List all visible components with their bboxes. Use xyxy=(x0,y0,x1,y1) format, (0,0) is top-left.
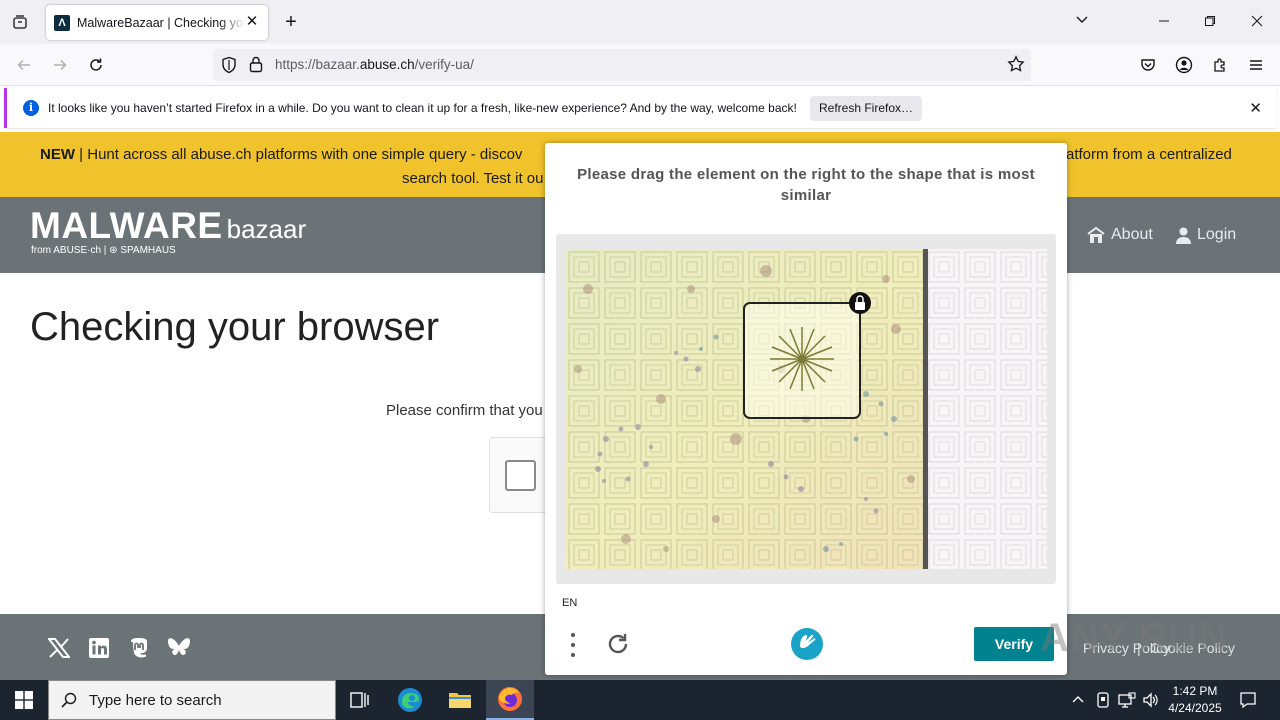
search-placeholder: Type here to search xyxy=(89,691,222,709)
star-icon[interactable] xyxy=(1007,55,1025,78)
captcha-modal: Please drag the element on the right to … xyxy=(545,143,1067,675)
banner-text-left: | Hunt across all abuse.ch platforms wit… xyxy=(79,146,523,163)
volume-icon[interactable] xyxy=(1140,680,1162,720)
captcha-brand-logo-icon xyxy=(790,627,824,661)
firefox-icon[interactable] xyxy=(486,680,534,720)
logo-main-text: MALWARE xyxy=(30,205,223,246)
captcha-puzzle-area xyxy=(556,234,1056,584)
lock-icon[interactable] xyxy=(249,56,263,78)
nav-login-link[interactable]: Login xyxy=(1176,226,1236,244)
home-icon xyxy=(1087,226,1105,243)
nav-about-link[interactable]: About xyxy=(1087,226,1153,244)
captcha-checkbox[interactable] xyxy=(505,460,536,491)
network-icon[interactable] xyxy=(1116,680,1138,720)
file-explorer-icon[interactable] xyxy=(436,680,484,720)
url-prefix: https://bazaar. xyxy=(275,57,360,72)
search-icon xyxy=(61,692,77,708)
firefox-notification-bar: i It looks like you haven’t started Fire… xyxy=(4,88,1276,128)
shield-icon[interactable] xyxy=(221,56,237,79)
pocket-icon[interactable] xyxy=(1136,53,1160,77)
linkedin-icon[interactable] xyxy=(87,636,111,660)
tray-chevron-up-icon[interactable] xyxy=(1068,680,1088,720)
windows-taskbar: Type here to search 1:42 PM 4/24/2025 xyxy=(0,680,1280,720)
forward-icon[interactable] xyxy=(48,53,72,77)
tab-overflow-chevron-icon[interactable] xyxy=(1070,10,1094,34)
banner-line-2[interactable]: search tool. Test it ou xyxy=(402,170,543,187)
x-twitter-icon[interactable] xyxy=(47,636,71,660)
extensions-icon[interactable] xyxy=(1208,53,1232,77)
device-icon[interactable] xyxy=(1093,680,1113,720)
notification-close-icon[interactable]: ✕ xyxy=(1249,99,1262,117)
browser-tab[interactable]: Λ MalwareBazaar | Checking your browser … xyxy=(46,5,268,40)
url-domain: abuse.ch xyxy=(359,57,415,72)
tab-list-icon[interactable] xyxy=(8,10,32,34)
anyrun-watermark: ANY RUN xyxy=(1040,616,1229,660)
more-options-icon[interactable] xyxy=(569,633,577,661)
hamburger-menu-icon[interactable] xyxy=(1244,53,1268,77)
windows-start-icon[interactable] xyxy=(0,680,48,720)
refresh-firefox-button[interactable]: Refresh Firefox… xyxy=(810,96,922,121)
edge-icon[interactable] xyxy=(386,680,434,720)
banner-text-right: atform from a centralized xyxy=(1066,146,1232,163)
reload-icon[interactable] xyxy=(84,53,108,77)
nav-about-label: About xyxy=(1111,226,1153,243)
clock-date: 4/24/2025 xyxy=(1168,701,1222,715)
clock-time: 1:42 PM xyxy=(1172,684,1218,698)
notification-text: It looks like you haven’t started Firefo… xyxy=(48,101,797,115)
account-icon[interactable] xyxy=(1172,53,1196,77)
captcha-footer: Verify xyxy=(545,619,1067,675)
page-title: Checking your browser xyxy=(30,305,440,349)
url-text[interactable]: https://bazaar.abuse.ch/verify-ua/ xyxy=(275,57,474,72)
mastodon-icon[interactable] xyxy=(127,636,151,660)
info-icon: i xyxy=(23,100,39,116)
captcha-puzzle-image[interactable] xyxy=(566,249,1047,569)
tab-close-icon[interactable]: ✕ xyxy=(244,14,260,30)
tab-title: MalwareBazaar | Checking your browser xyxy=(77,15,245,30)
taskbar-search-box[interactable]: Type here to search xyxy=(48,680,336,720)
refresh-icon[interactable] xyxy=(605,631,631,657)
user-icon xyxy=(1176,227,1191,244)
close-window-icon[interactable] xyxy=(1245,10,1269,34)
notification-center-icon[interactable] xyxy=(1234,680,1262,720)
nav-login-label: Login xyxy=(1197,226,1237,243)
bluesky-icon[interactable] xyxy=(167,636,191,660)
site-logo[interactable]: MALWARE bazaar xyxy=(30,205,306,247)
new-tab-button[interactable]: + xyxy=(280,10,302,34)
url-path: /verify-ua/ xyxy=(414,57,474,72)
browser-tab-bar: Λ MalwareBazaar | Checking your browser … xyxy=(0,0,1280,44)
confirm-human-text: Please confirm that you are human xyxy=(386,402,546,419)
logo-from-text: from ABUSE·ch | ⊛ SPAMHAUS xyxy=(31,245,176,256)
captcha-prompt: Please drag the element on the right to … xyxy=(577,166,1035,204)
banner-line-1: NEW | Hunt across all abuse.ch platforms… xyxy=(40,146,522,163)
taskbar-clock[interactable]: 1:42 PM 4/24/2025 xyxy=(1160,683,1230,717)
logo-sub-text: bazaar xyxy=(226,214,307,244)
minimize-icon[interactable] xyxy=(1152,10,1176,34)
url-bar[interactable]: https://bazaar.abuse.ch/verify-ua/ xyxy=(213,49,1031,81)
task-view-icon[interactable] xyxy=(336,680,384,720)
back-icon[interactable] xyxy=(12,53,36,77)
browser-nav-bar: https://bazaar.abuse.ch/verify-ua/ xyxy=(0,44,1280,86)
language-selector[interactable]: EN xyxy=(562,597,577,609)
restore-icon[interactable] xyxy=(1198,10,1222,34)
malwarebazaar-favicon-icon: Λ xyxy=(54,14,70,31)
new-badge: NEW xyxy=(40,146,75,163)
